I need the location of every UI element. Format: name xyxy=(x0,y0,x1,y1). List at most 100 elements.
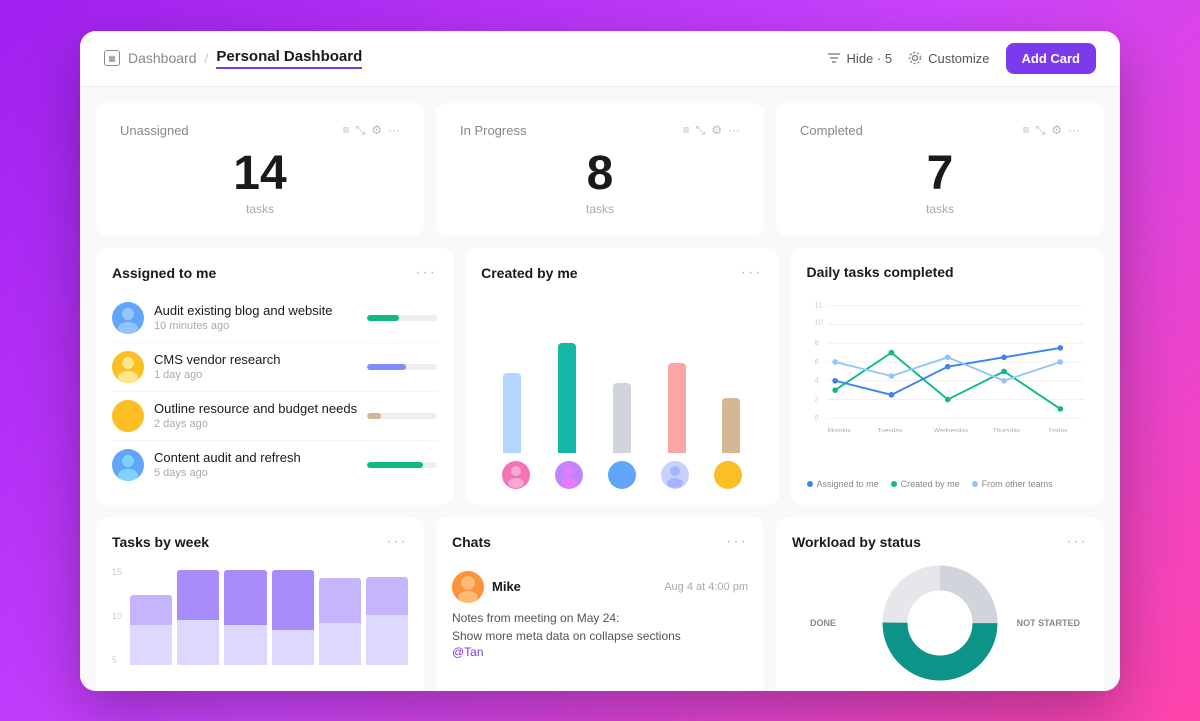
svg-text:8: 8 xyxy=(814,338,818,347)
more-icon-sm3[interactable]: ··· xyxy=(1068,123,1080,138)
header: ▦ Dashboard / Personal Dashboard Hide · … xyxy=(80,31,1120,87)
chat-timestamp: Aug 4 at 4:00 pm xyxy=(664,581,748,593)
dashboard-icon: ▦ xyxy=(104,50,120,66)
task-progress-2 xyxy=(367,364,437,370)
workload-more[interactable]: ··· xyxy=(1066,533,1088,551)
filter-icon-sm2[interactable]: ≡ xyxy=(683,123,690,138)
customize-label: Customize xyxy=(928,51,989,66)
breadcrumb: ▦ Dashboard / Personal Dashboard xyxy=(104,48,362,69)
y-label-15: 15 xyxy=(112,567,122,577)
chats-card: Chats ··· Mike Aug 4 at 4:00 pm Notes fr… xyxy=(436,517,764,691)
settings-icon-sm[interactable]: ⚙ xyxy=(371,123,382,138)
chat-mention[interactable]: @Tan xyxy=(452,645,748,659)
y-label-10: 10 xyxy=(112,611,122,621)
avatar-sm-5 xyxy=(714,461,742,489)
bar-group-4 xyxy=(653,363,700,453)
week-bar-2 xyxy=(177,570,219,665)
week-bar-5-top xyxy=(319,578,361,623)
header-actions: Hide · 5 Customize Add Card xyxy=(827,43,1096,74)
chat-line-1: Notes from meeting on May 24: xyxy=(452,609,748,627)
chat-username: Mike xyxy=(492,579,521,594)
avatars-row xyxy=(481,453,762,489)
chart-legend: Assigned to me Created by me From other … xyxy=(807,479,1088,489)
created-bar-chart xyxy=(481,294,762,489)
more-icon-sm2[interactable]: ··· xyxy=(728,123,740,138)
line-chart-svg: 11 10 8 6 4 2 0 xyxy=(807,292,1088,432)
task-name-3: Outline resource and budget needs xyxy=(154,401,357,416)
task-info-4: Content audit and refresh 5 days ago xyxy=(154,450,357,479)
customize-button[interactable]: Customize xyxy=(908,51,989,66)
avatar-sm-1 xyxy=(502,461,530,489)
bar-group-1 xyxy=(489,373,536,453)
stat-inprogress-sub: tasks xyxy=(460,202,740,216)
chat-message: Mike Aug 4 at 4:00 pm Notes from meeting… xyxy=(452,571,748,659)
week-bar-6 xyxy=(366,577,408,665)
expand-icon-sm2[interactable]: ⤡ xyxy=(696,123,706,138)
assigned-card-header: Assigned to me ··· xyxy=(112,264,437,282)
add-card-button[interactable]: Add Card xyxy=(1006,43,1097,74)
daily-tasks-title: Daily tasks completed xyxy=(807,264,954,280)
task-time-1: 10 minutes ago xyxy=(154,320,357,332)
bar-4 xyxy=(668,363,686,453)
legend-assigned: Assigned to me xyxy=(807,479,879,489)
week-bar-5-bot xyxy=(319,623,361,665)
week-bar-2-bot xyxy=(177,620,219,665)
donut-label-done: DONE xyxy=(810,618,836,628)
breadcrumb-active: Personal Dashboard xyxy=(216,48,362,69)
chat-line-2: Show more meta data on collapse sections xyxy=(452,627,748,645)
bar-group-2 xyxy=(544,343,591,453)
filter-icon xyxy=(827,51,841,65)
created-by-me-card: Created by me ··· xyxy=(465,248,778,505)
task-name-2: CMS vendor research xyxy=(154,352,357,367)
tasks-week-more[interactable]: ··· xyxy=(386,533,408,551)
filter-icon-sm3[interactable]: ≡ xyxy=(1023,123,1030,138)
y-label-5: 5 xyxy=(112,655,122,665)
avatar-1 xyxy=(112,302,144,334)
app-container: ▦ Dashboard / Personal Dashboard Hide · … xyxy=(80,31,1120,691)
avatar-4 xyxy=(112,449,144,481)
stat-icons: ≡ ⤡ ⚙ ··· xyxy=(343,123,400,138)
settings-icon-sm2[interactable]: ⚙ xyxy=(711,123,722,138)
chats-more[interactable]: ··· xyxy=(726,533,748,551)
gear-icon xyxy=(908,51,922,65)
add-card-label: Add Card xyxy=(1022,51,1081,66)
stat-inprogress: In Progress ≡ ⤡ ⚙ ··· 8 tasks xyxy=(436,103,764,236)
created-more-button[interactable]: ··· xyxy=(741,264,763,282)
task-progress-4 xyxy=(367,462,437,468)
donut-area: DONE NOT STARTED xyxy=(792,563,1088,683)
legend-dot-created xyxy=(891,481,897,487)
created-card-header: Created by me ··· xyxy=(481,264,762,282)
svg-text:2: 2 xyxy=(814,394,818,403)
svg-text:Wednesday: Wednesday xyxy=(933,427,968,432)
more-icon-sm[interactable]: ··· xyxy=(388,123,400,138)
stat-inprogress-icons: ≡ ⤡ ⚙ ··· xyxy=(683,123,740,138)
hide-label: Hide · 5 xyxy=(847,51,893,66)
avatar-sm-4 xyxy=(661,461,689,489)
avatar-sm-3 xyxy=(608,461,636,489)
assigned-more-button[interactable]: ··· xyxy=(415,264,437,282)
stat-completed-label: Completed xyxy=(800,123,863,138)
week-bar-4-top xyxy=(272,570,314,630)
week-chart-wrapper: 15 10 5 xyxy=(112,563,408,681)
task-name-1: Audit existing blog and website xyxy=(154,303,357,318)
breadcrumb-root: Dashboard xyxy=(128,50,197,66)
task-progress-fill-4 xyxy=(367,462,423,468)
stat-completed-number: 7 xyxy=(800,150,1080,198)
chat-avatar xyxy=(452,571,484,603)
week-bars xyxy=(130,563,408,681)
hide-button[interactable]: Hide · 5 xyxy=(827,51,893,66)
filter-icon-sm[interactable]: ≡ xyxy=(343,123,350,138)
week-bar-1-top xyxy=(130,595,172,625)
expand-icon-sm[interactable]: ⤡ xyxy=(356,123,366,138)
bars-container xyxy=(481,294,762,453)
settings-icon-sm3[interactable]: ⚙ xyxy=(1051,123,1062,138)
week-bar-5 xyxy=(319,578,361,665)
svg-text:Tuesday: Tuesday xyxy=(877,427,903,432)
task-time-3: 2 days ago xyxy=(154,418,357,430)
week-bar-6-top xyxy=(366,577,408,615)
task-name-4: Content audit and refresh xyxy=(154,450,357,465)
task-progress-3 xyxy=(367,413,437,419)
task-progress-fill-2 xyxy=(367,364,406,370)
chats-title: Chats xyxy=(452,534,491,550)
expand-icon-sm3[interactable]: ⤡ xyxy=(1036,123,1046,138)
